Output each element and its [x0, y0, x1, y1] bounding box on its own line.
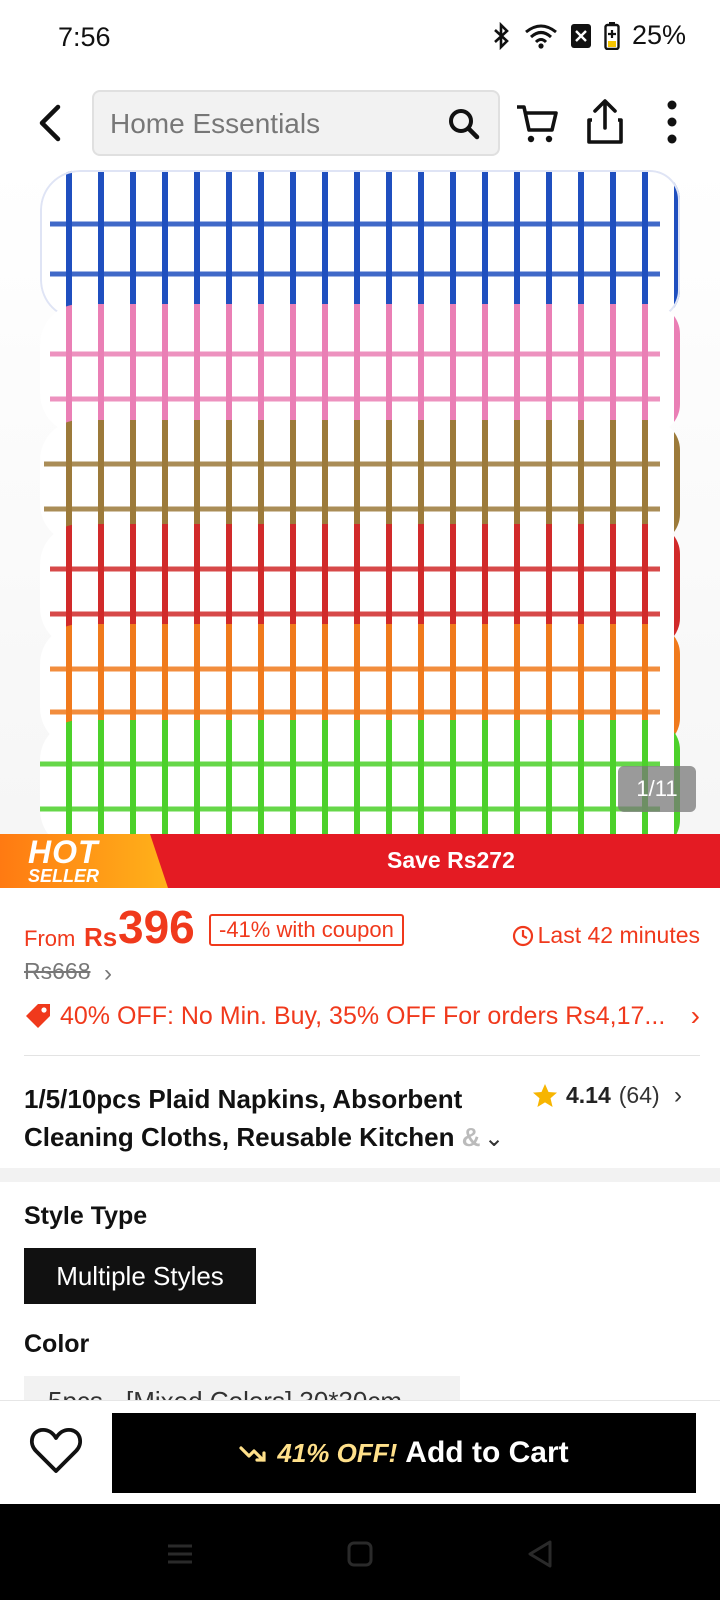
price-row: From Rs 396 -41% with coupon Last 42 min…: [24, 900, 700, 960]
title-line-2-text: Cleaning Cloths, Reusable Kitchen: [24, 1122, 455, 1152]
back-nav-icon[interactable]: [520, 1534, 560, 1574]
wishlist-button[interactable]: [28, 1425, 84, 1477]
bottom-action-bar: 41% OFF! Add to Cart: [0, 1400, 720, 1504]
clock-icon: [512, 925, 533, 946]
promo-text: 40% OFF: No Min. Buy, 35% OFF For orders…: [60, 1002, 666, 1030]
cart-button[interactable]: [514, 100, 560, 146]
promo-row[interactable]: 40% OFF: No Min. Buy, 35% OFF For orders…: [24, 1000, 700, 1036]
price-currency: Rs: [84, 922, 118, 952]
discount-label: 41% OFF!: [277, 1437, 398, 1468]
back-arrow-icon: [39, 104, 61, 142]
chevron-right-icon: ›: [690, 1000, 700, 1031]
star-icon: [533, 1083, 557, 1107]
seller-label: SELLER: [28, 866, 100, 886]
home-icon[interactable]: [340, 1534, 380, 1574]
system-nav-bar: [0, 1504, 720, 1600]
share-icon: [587, 99, 623, 144]
recents-icon[interactable]: [160, 1534, 200, 1574]
add-to-cart-button[interactable]: 41% OFF! Add to Cart: [112, 1413, 696, 1493]
color-label: Color: [24, 1330, 90, 1358]
top-bar: Home Essentials: [0, 90, 720, 156]
chevron-right-icon[interactable]: ›: [674, 1082, 682, 1110]
divider: [24, 1055, 700, 1056]
search-icon[interactable]: [446, 106, 482, 142]
no-sim-icon: [570, 23, 591, 48]
style-type-label: Style Type: [24, 1202, 148, 1230]
product-image-gallery[interactable]: 1/11: [0, 164, 720, 834]
hot-seller-banner: HOT SELLER Save Rs272: [0, 834, 720, 888]
title-line-2: Cleaning Cloths, Reusable Kitchen &: [24, 1118, 494, 1156]
chevron-right-icon[interactable]: ›: [104, 960, 112, 988]
back-button[interactable]: [26, 98, 72, 148]
image-counter: 1/11: [618, 766, 696, 812]
hot-seller-badge: HOT SELLER: [0, 834, 168, 888]
product-title[interactable]: 1/5/10pcs Plaid Napkins, Absorbent Clean…: [24, 1080, 494, 1156]
coupon-tag[interactable]: -41% with coupon: [209, 914, 404, 946]
more-vertical-icon: [667, 100, 677, 144]
status-icons: 25%: [492, 20, 686, 51]
cart-icon: [517, 105, 558, 143]
rating-value: 4.14: [566, 1082, 611, 1108]
search-input[interactable]: Home Essentials: [92, 90, 500, 156]
wifi-icon: [525, 24, 557, 49]
rating-count: (64): [618, 1082, 660, 1108]
share-button[interactable]: [584, 98, 626, 146]
bluetooth-icon: [494, 21, 509, 50]
deal-timer: Last 42 minutes: [512, 922, 700, 949]
price-value: 396: [118, 901, 195, 953]
section-separator: [0, 1168, 720, 1182]
tag-icon: [26, 1004, 50, 1028]
more-options-button[interactable]: [660, 98, 684, 146]
timer-text: Last 42 minutes: [537, 922, 700, 948]
search-text: Home Essentials: [110, 108, 321, 139]
status-time: 7:56: [58, 22, 111, 52]
heart-icon: [29, 1427, 83, 1473]
towel-grid-overlay: [40, 221, 660, 812]
original-price[interactable]: Rs668: [24, 958, 90, 985]
trending-down-icon: [239, 1446, 266, 1462]
battery-icon: [604, 21, 620, 50]
title-line-1: 1/5/10pcs Plaid Napkins, Absorbent: [24, 1084, 463, 1114]
expand-title-chevron-icon[interactable]: ⌄: [484, 1124, 504, 1153]
title-fade-text: &: [454, 1122, 481, 1152]
style-option-chip[interactable]: Multiple Styles: [24, 1248, 256, 1304]
battery-percent: 25%: [631, 20, 686, 50]
rating[interactable]: 4.14 (64): [532, 1082, 660, 1109]
status-bar: 7:56 25%: [0, 0, 720, 78]
price-from-label: From: [24, 926, 76, 951]
add-to-cart-label: Add to Cart: [405, 1436, 569, 1469]
save-amount: Save Rs272: [387, 847, 515, 873]
